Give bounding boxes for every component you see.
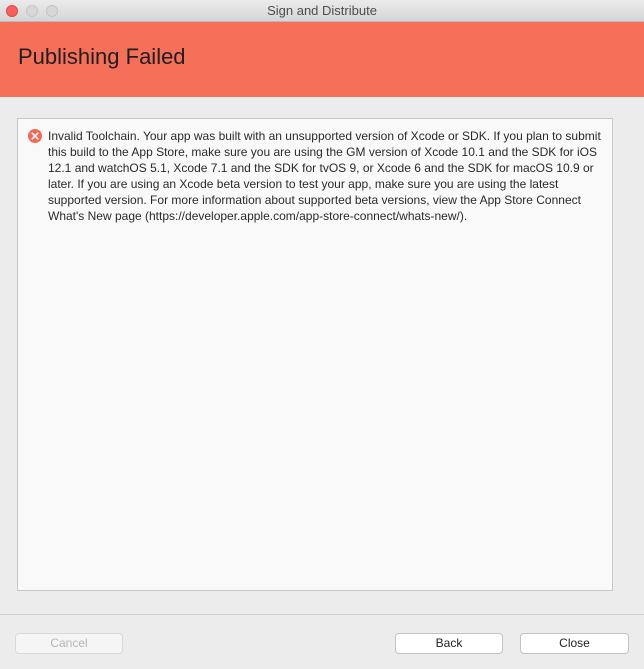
title-bar[interactable]: Sign and Distribute (0, 0, 644, 22)
back-button[interactable]: Back (395, 633, 503, 654)
content-area: Invalid Toolchain. Your app was built wi… (0, 97, 644, 614)
sign-and-distribute-window: Sign and Distribute Publishing Failed In… (0, 0, 644, 669)
close-button[interactable]: Close (520, 633, 629, 654)
footer-bar: Cancel Back Close (0, 614, 644, 669)
error-message-text: Invalid Toolchain. Your app was built wi… (48, 129, 601, 223)
error-icon (28, 129, 42, 143)
error-message-box[interactable]: Invalid Toolchain. Your app was built wi… (17, 118, 613, 591)
cancel-button: Cancel (15, 633, 123, 654)
status-banner: Publishing Failed (0, 22, 644, 97)
window-title: Sign and Distribute (267, 3, 377, 18)
page-title: Publishing Failed (18, 44, 186, 69)
